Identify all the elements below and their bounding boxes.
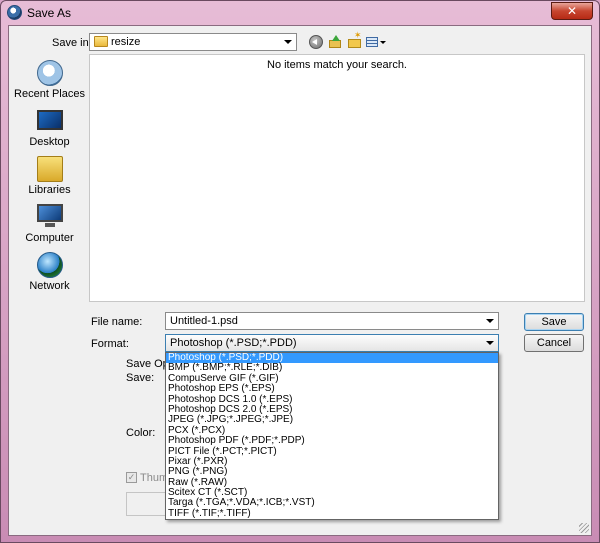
close-icon: ✕ [566, 4, 578, 18]
format-label: Format: [91, 338, 129, 350]
back-icon[interactable] [309, 35, 323, 49]
new-folder-icon[interactable] [347, 30, 362, 49]
file-name-value: Untitled-1.psd [170, 315, 238, 327]
file-name-label: File name: [91, 316, 143, 328]
chevron-down-icon [284, 40, 292, 44]
title-bar[interactable]: Save As ✕ [1, 1, 599, 25]
format-option[interactable]: Photoshop PDF (*.PDF;*.PDP) [166, 435, 498, 446]
folder-icon [94, 36, 108, 47]
network-icon [37, 252, 63, 278]
format-options-list[interactable]: Photoshop (*.PSD;*.PDD) BMP (*.BMP;*.RLE;… [165, 352, 499, 520]
save-button[interactable]: Save [524, 313, 584, 331]
chevron-down-icon [486, 341, 494, 345]
place-label: Computer [25, 232, 74, 244]
chevron-down-icon[interactable] [486, 319, 494, 323]
save-options-save-label: Save: [126, 372, 155, 384]
place-computer[interactable]: Computer [13, 200, 86, 246]
computer-icon [37, 204, 63, 227]
place-recent-places[interactable]: Recent Places [13, 56, 86, 102]
format-option[interactable]: TIFF (*.TIF;*.TIFF) [166, 508, 498, 519]
place-libraries[interactable]: Libraries [13, 152, 86, 198]
save-in-value: resize [111, 36, 141, 48]
place-label: Recent Places [14, 88, 85, 100]
place-label: Libraries [28, 184, 71, 196]
close-button[interactable]: ✕ [551, 2, 593, 20]
cancel-button[interactable]: Cancel [524, 334, 584, 352]
up-folder-icon[interactable] [328, 35, 342, 49]
save-in-label: Save in: [52, 37, 92, 49]
places-bar: Recent Places Desktop Libraries Computer… [13, 54, 86, 354]
place-network[interactable]: Network [13, 248, 86, 294]
file-name-input[interactable]: Untitled-1.psd [165, 312, 499, 330]
resize-grip-icon[interactable] [579, 523, 589, 533]
format-dropdown[interactable]: Photoshop (*.PSD;*.PDD) [165, 334, 499, 352]
photoshop-globe-icon [7, 5, 22, 20]
format-option[interactable]: Photoshop EPS (*.EPS) [166, 383, 498, 394]
recent-places-icon [37, 60, 63, 86]
place-desktop[interactable]: Desktop [13, 104, 86, 150]
window-title: Save As [27, 6, 72, 20]
color-label: Color: [126, 427, 156, 439]
desktop-icon [37, 110, 63, 130]
views-menu-icon[interactable] [366, 35, 386, 49]
place-label: Network [29, 280, 70, 292]
libraries-icon [37, 156, 63, 182]
empty-list-message: No items match your search. [267, 59, 407, 71]
dialog-client-area: Save in: resize Recent Places Desktop Li… [8, 25, 592, 536]
thumbnail-checkbox[interactable]: ✓ [126, 472, 137, 483]
save-in-dropdown[interactable]: resize [89, 33, 297, 51]
format-value: Photoshop (*.PSD;*.PDD) [170, 337, 297, 349]
file-list-view[interactable]: No items match your search. [89, 54, 585, 302]
save-as-dialog: Save As ✕ Save in: resize Recent Places … [0, 0, 600, 543]
options-group-box [126, 492, 166, 516]
place-label: Desktop [29, 136, 70, 148]
